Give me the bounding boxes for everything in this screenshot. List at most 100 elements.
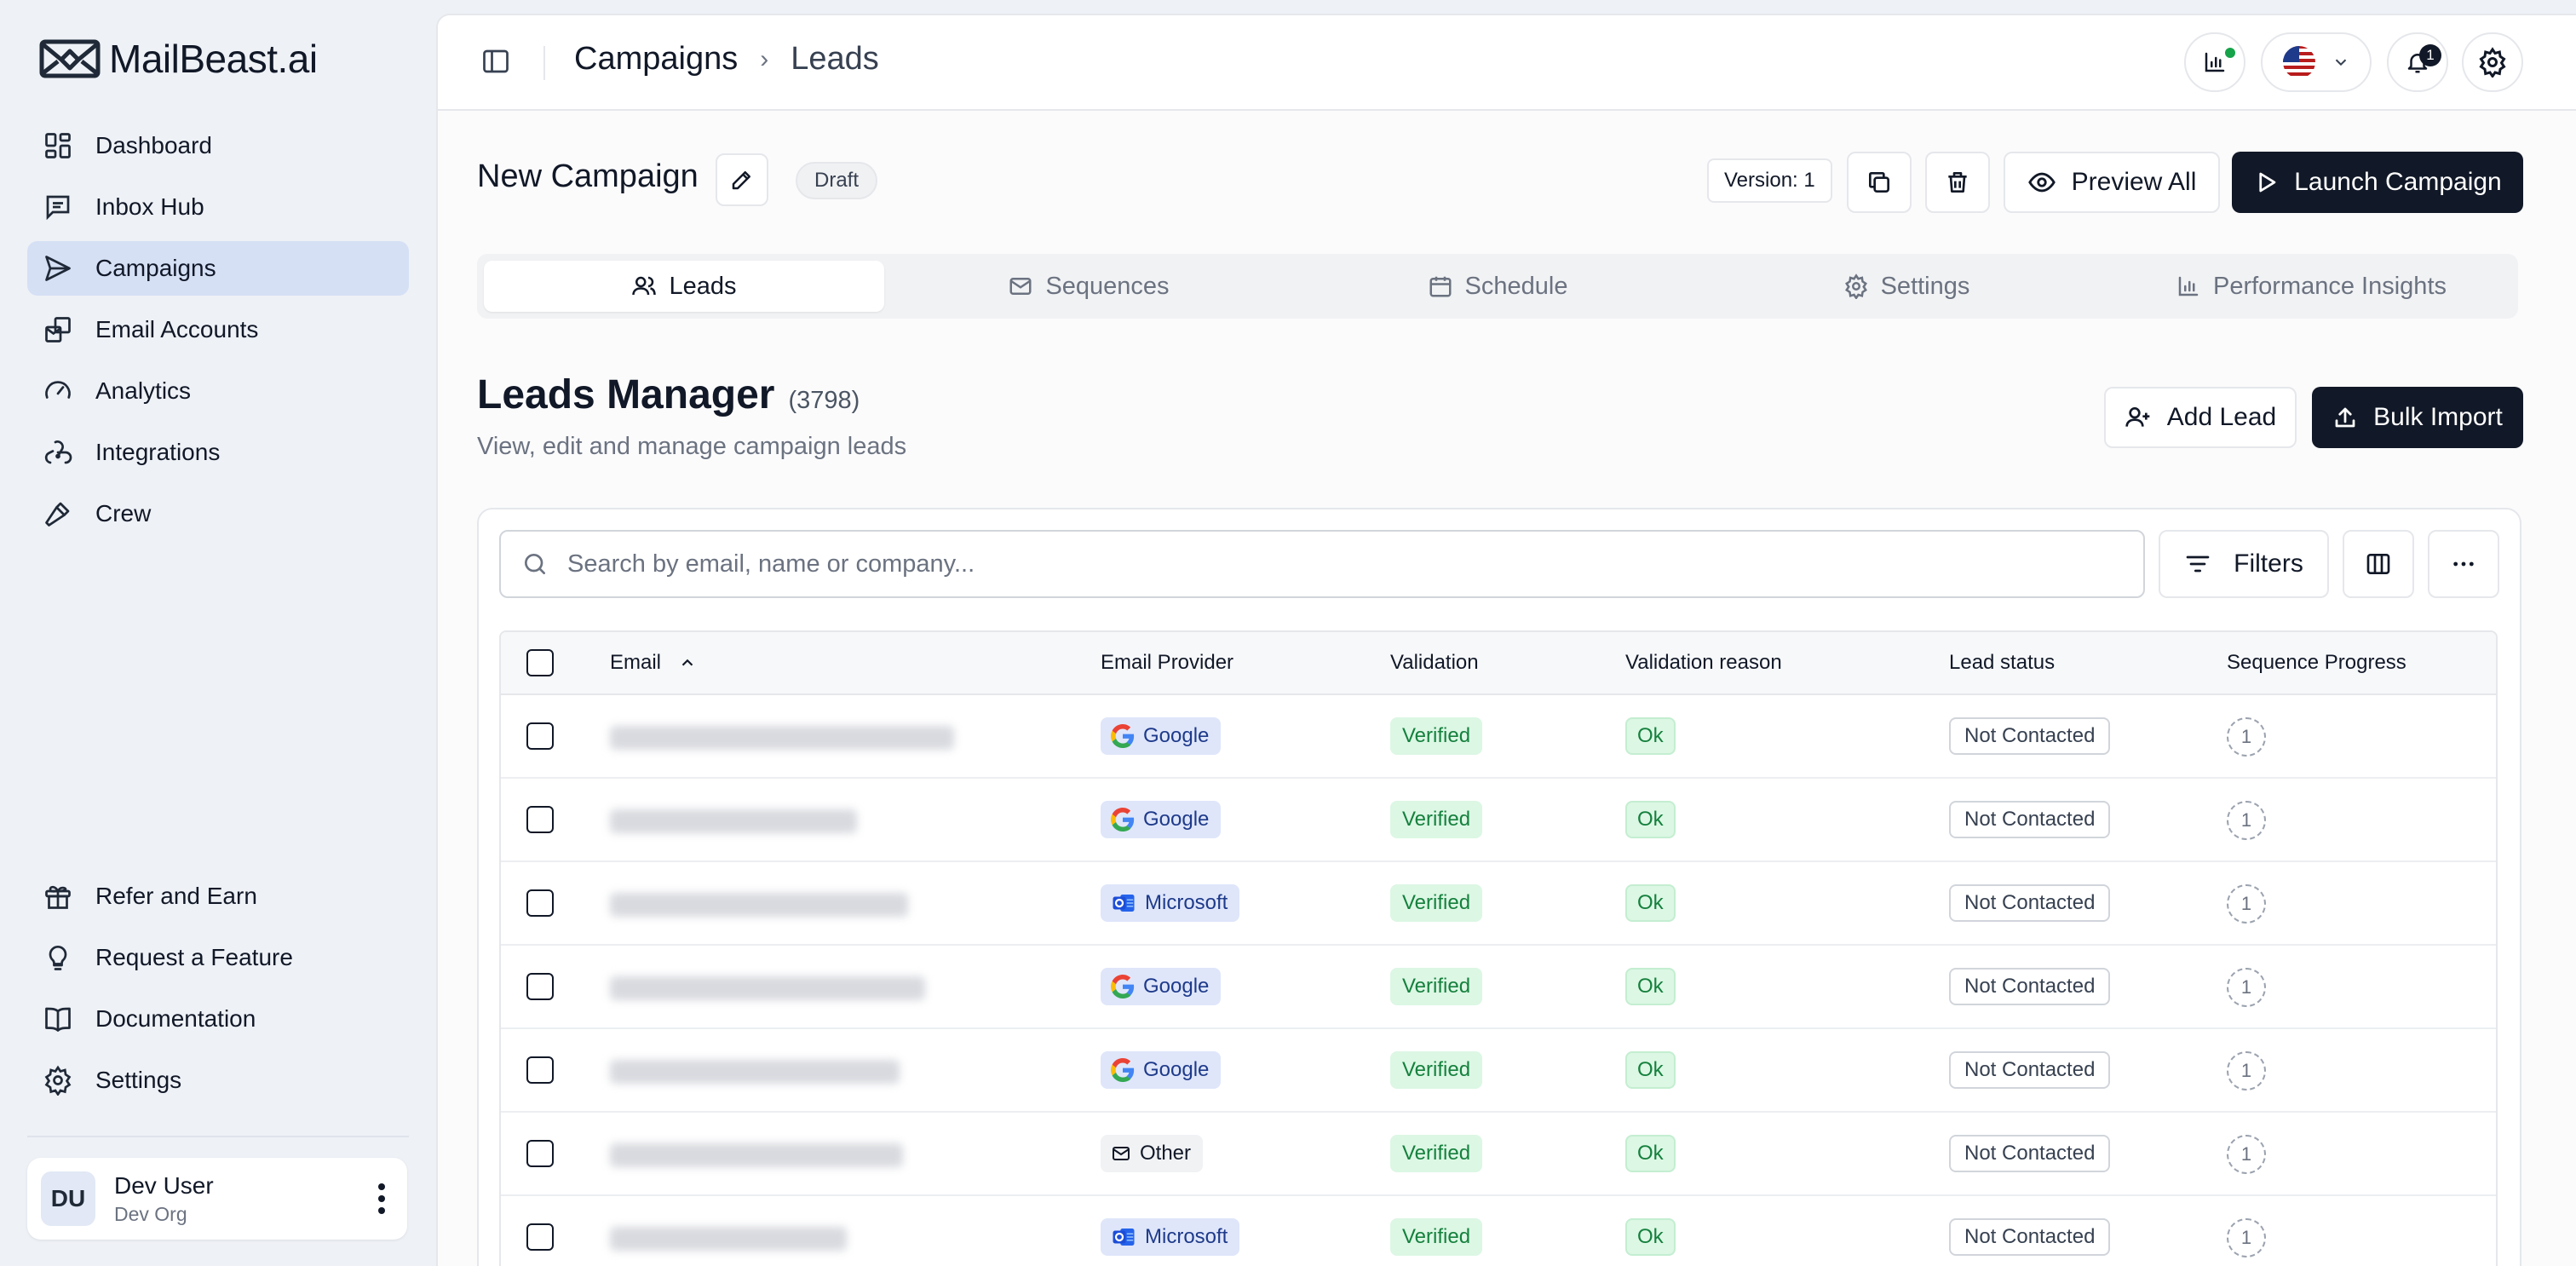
send-icon xyxy=(41,251,75,285)
notifications-button[interactable]: 1 xyxy=(2387,32,2448,92)
sidebar-item-integrations[interactable]: Integrations xyxy=(27,425,409,480)
validation-reason-badge: Ok xyxy=(1625,968,1676,1005)
table-row[interactable]: Microsoft Verified Ok Not Contacted 1 xyxy=(501,1196,2496,1266)
lead-status-badge: Not Contacted xyxy=(1949,968,2111,1005)
delete-button[interactable] xyxy=(1925,152,1990,213)
email-cell-redacted[interactable] xyxy=(610,976,925,1000)
campaign-tabs: Leads Sequences Schedule Settings Perfor… xyxy=(477,254,2518,319)
sidebar-item-label: Dashboard xyxy=(95,132,212,158)
select-all-checkbox[interactable] xyxy=(526,649,554,676)
sidebar-item-label: Campaigns xyxy=(95,255,216,281)
avatar: DU xyxy=(41,1171,95,1226)
leads-count: (3798) xyxy=(788,387,860,414)
column-header-provider[interactable]: Email Provider xyxy=(1101,651,1233,675)
sidebar: MailBeast.ai Dashboard Inbox Hub Campaig… xyxy=(0,0,436,1266)
column-header-lead-status[interactable]: Lead status xyxy=(1949,651,2055,675)
email-cell-redacted[interactable] xyxy=(610,809,857,833)
user-org: Dev Org xyxy=(114,1202,187,1225)
table-row[interactable]: Microsoft Verified Ok Not Contacted 1 xyxy=(501,862,2496,946)
table-row[interactable]: Google Verified Ok Not Contacted 1 xyxy=(501,695,2496,779)
bulk-import-button[interactable]: Bulk Import xyxy=(2312,387,2523,448)
leads-manager-heading: Leads Manager (3798) xyxy=(477,371,860,418)
status-badge: Draft xyxy=(796,162,878,199)
launch-campaign-button[interactable]: Launch Campaign xyxy=(2232,152,2523,213)
email-cell-redacted[interactable] xyxy=(610,1143,903,1167)
breadcrumb: Campaigns › Leads xyxy=(574,41,879,78)
sidebar-item-documentation[interactable]: Documentation xyxy=(27,992,409,1046)
dashboard-icon xyxy=(41,129,75,163)
tab-sequences[interactable]: Sequences xyxy=(884,261,1293,312)
sidebar-item-analytics[interactable]: Analytics xyxy=(27,364,409,418)
search-input[interactable] xyxy=(567,550,2101,578)
settings-button[interactable] xyxy=(2462,32,2523,92)
tab-performance-insights[interactable]: Performance Insights xyxy=(2111,261,2511,312)
calendar-icon xyxy=(1428,273,1453,299)
sidebar-item-settings[interactable]: Settings xyxy=(27,1053,409,1108)
columns-button[interactable] xyxy=(2343,530,2414,598)
breadcrumb-campaigns[interactable]: Campaigns xyxy=(574,41,738,78)
column-header-validation-reason[interactable]: Validation reason xyxy=(1625,651,1782,675)
tab-settings[interactable]: Settings xyxy=(1702,261,2111,312)
row-checkbox[interactable] xyxy=(526,722,554,750)
email-cell-redacted[interactable] xyxy=(610,1060,900,1084)
leads-table-card: Filters Email Email Provider Validation … xyxy=(477,508,2521,1266)
tab-label: Settings xyxy=(1880,272,1970,300)
outlook-icon xyxy=(1111,1224,1136,1250)
provider-label: Microsoft xyxy=(1145,1225,1228,1248)
gauge-icon xyxy=(41,374,75,408)
sidebar-item-request-feature[interactable]: Request a Feature xyxy=(27,930,409,985)
table-row[interactable]: Google Verified Ok Not Contacted 1 xyxy=(501,779,2496,862)
lead-status-badge: Not Contacted xyxy=(1949,1135,2111,1172)
brand-logo[interactable]: MailBeast.ai xyxy=(39,36,318,82)
sidebar-item-refer-and-earn[interactable]: Refer and Earn xyxy=(27,869,409,924)
language-select[interactable] xyxy=(2261,32,2372,92)
add-lead-button[interactable]: Add Lead xyxy=(2104,387,2297,448)
more-options-button[interactable] xyxy=(2428,530,2499,598)
tab-schedule[interactable]: Schedule xyxy=(1293,261,1702,312)
provider-badge: Google xyxy=(1101,717,1222,755)
validation-reason-badge: Ok xyxy=(1625,1051,1676,1089)
sidebar-item-email-accounts[interactable]: Email Accounts xyxy=(27,302,409,357)
lead-status-badge: Not Contacted xyxy=(1949,1218,2111,1256)
user-card[interactable]: DU Dev User Dev Org xyxy=(27,1158,407,1240)
column-header-sequence-progress[interactable]: Sequence Progress xyxy=(2227,651,2406,675)
sidebar-item-label: Integrations xyxy=(95,439,221,465)
email-cell-redacted[interactable] xyxy=(610,1227,847,1251)
sidebar-item-dashboard[interactable]: Dashboard xyxy=(27,118,409,173)
mailbeast-logo-icon xyxy=(39,37,101,80)
sidebar-item-inbox-hub[interactable]: Inbox Hub xyxy=(27,180,409,234)
email-cell-redacted[interactable] xyxy=(610,726,954,750)
tab-leads[interactable]: Leads xyxy=(484,261,884,312)
filters-button[interactable]: Filters xyxy=(2159,530,2329,598)
table-row[interactable]: Google Verified Ok Not Contacted 1 xyxy=(501,946,2496,1029)
sidebar-item-crew[interactable]: Crew xyxy=(27,486,409,541)
validation-badge: Verified xyxy=(1390,717,1483,755)
column-header-email[interactable]: Email xyxy=(610,651,697,675)
more-vertical-icon[interactable] xyxy=(377,1182,387,1216)
version-label[interactable]: Version: 1 xyxy=(1707,158,1832,203)
preview-all-button[interactable]: Preview All xyxy=(2004,152,2220,213)
row-checkbox[interactable] xyxy=(526,1056,554,1084)
table-row[interactable]: Google Verified Ok Not Contacted 1 xyxy=(501,1029,2496,1113)
provider-badge: Google xyxy=(1101,1051,1222,1089)
row-checkbox[interactable] xyxy=(526,1140,554,1167)
tab-label: Schedule xyxy=(1464,272,1568,300)
column-header-validation[interactable]: Validation xyxy=(1390,651,1479,675)
sidebar-toggle-icon[interactable] xyxy=(480,46,511,77)
row-checkbox[interactable] xyxy=(526,889,554,917)
row-checkbox[interactable] xyxy=(526,1223,554,1251)
sidebar-item-campaigns[interactable]: Campaigns xyxy=(27,241,409,296)
search-box[interactable] xyxy=(499,530,2145,598)
row-checkbox[interactable] xyxy=(526,973,554,1000)
email-cell-redacted[interactable] xyxy=(610,893,908,917)
sidebar-item-label: Inbox Hub xyxy=(95,193,204,220)
trash-icon xyxy=(1944,169,1971,196)
table-row[interactable]: Other Verified Ok Not Contacted 1 xyxy=(501,1113,2496,1196)
duplicate-button[interactable] xyxy=(1847,152,1912,213)
provider-badge: Google xyxy=(1101,801,1222,838)
page-subtitle: View, edit and manage campaign leads xyxy=(477,433,907,460)
edit-name-button[interactable] xyxy=(716,153,768,206)
validation-badge: Verified xyxy=(1390,1218,1483,1256)
stats-button[interactable] xyxy=(2184,32,2245,92)
row-checkbox[interactable] xyxy=(526,806,554,833)
